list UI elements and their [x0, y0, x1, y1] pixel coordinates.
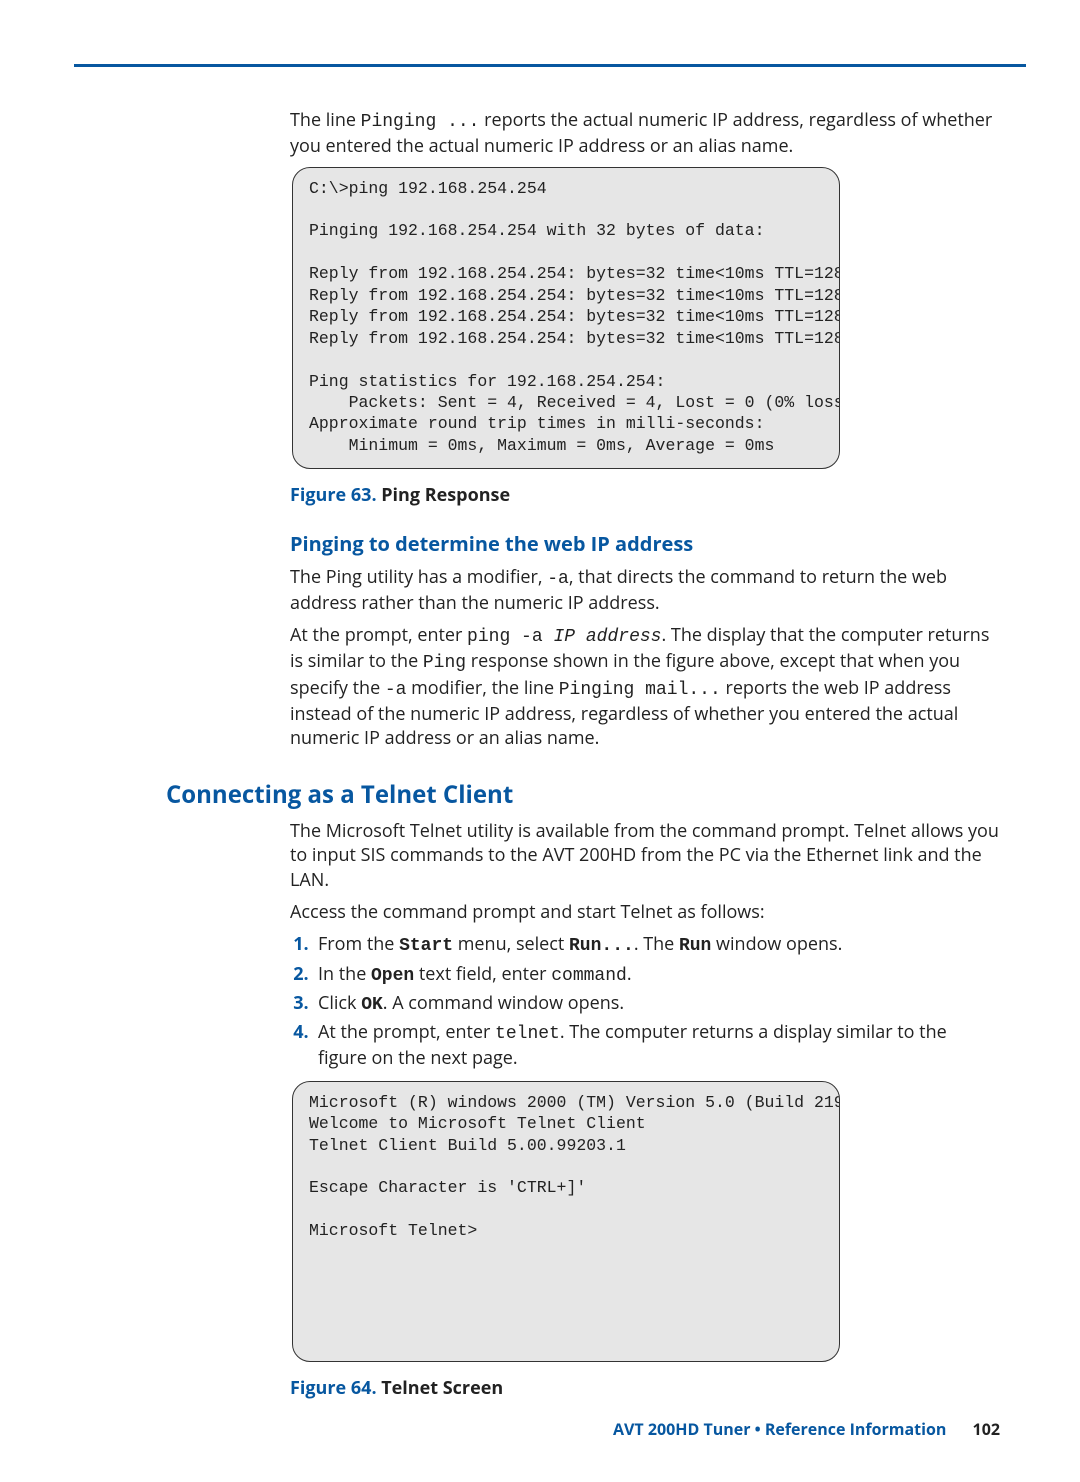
page-number: 102 — [973, 1418, 1000, 1440]
paragraph: The Ping utility has a modifier, -a, tha… — [290, 565, 1000, 616]
text: menu, select — [453, 932, 569, 956]
ui-label: Run... — [569, 936, 634, 956]
step-2: In the Open text field, enter command. — [318, 962, 1000, 988]
figure-63-caption: Figure 63. Ping Response — [290, 483, 1000, 507]
figure-label: Figure 64. — [290, 1376, 381, 1400]
steps-list: From the Start menu, select Run.... The … — [290, 932, 1000, 1070]
telnet-output-box: Microsoft (R) windows 2000 (TM) Version … — [292, 1081, 840, 1362]
inline-code: -a — [385, 680, 407, 700]
ping-output-box: C:\>ping 192.168.254.254 Pinging 192.168… — [292, 167, 840, 470]
text: . — [627, 962, 632, 986]
text: Click — [318, 991, 361, 1015]
inline-code: Pinging ... — [361, 112, 480, 132]
text: window opens. — [711, 932, 842, 956]
paragraph: At the prompt, enter ping -a IP address.… — [290, 623, 1000, 750]
text: . The — [634, 932, 679, 956]
text: From the — [318, 932, 399, 956]
inline-code: command — [551, 966, 627, 986]
figure-label: Figure 63. — [290, 483, 381, 507]
inline-code: Pinging mail... — [559, 680, 721, 700]
inline-code-italic: IP address — [553, 627, 661, 647]
inline-code: telnet — [495, 1024, 560, 1044]
step-4: At the prompt, enter telnet. The compute… — [318, 1020, 1000, 1071]
text: At the prompt, enter — [290, 623, 467, 647]
text: The line — [290, 108, 361, 132]
figure-title: Telnet Screen — [381, 1376, 503, 1400]
inline-code: Ping — [423, 653, 466, 673]
ui-label: OK — [361, 995, 383, 1015]
figure-title: Ping Response — [381, 483, 510, 507]
text: . A command window opens. — [383, 991, 624, 1015]
inline-code: -a — [547, 569, 569, 589]
inline-code: ping -a — [467, 627, 553, 647]
text: At the prompt, enter — [318, 1020, 495, 1044]
text: text field, enter — [414, 962, 551, 986]
text: In the — [318, 962, 371, 986]
step-1: From the Start menu, select Run.... The … — [318, 932, 1000, 958]
subheading-pinging-web-ip: Pinging to determine the web IP address — [290, 530, 1000, 557]
body-content: The line Pinging ... reports the actual … — [290, 108, 1000, 1400]
paragraph: Access the command prompt and start Teln… — [290, 900, 1000, 924]
text: modifier, the line — [406, 676, 558, 700]
footer-title: AVT 200HD Tuner • Reference Information — [613, 1418, 946, 1440]
text: The Ping utility has a modifier, — [290, 565, 547, 589]
top-rule — [74, 64, 1026, 67]
paragraph: The Microsoft Telnet utility is availabl… — [290, 819, 1000, 892]
step-3: Click OK. A command window opens. — [318, 991, 1000, 1017]
page-footer: AVT 200HD Tuner • Reference Information … — [613, 1419, 1000, 1441]
ui-label: Start — [399, 936, 453, 956]
ui-label: Run — [679, 936, 711, 956]
ui-label: Open — [371, 966, 414, 986]
heading-telnet-client: Connecting as a Telnet Client — [166, 779, 1000, 811]
intro-paragraph: The line Pinging ... reports the actual … — [290, 108, 1000, 159]
page: The line Pinging ... reports the actual … — [0, 0, 1080, 1482]
